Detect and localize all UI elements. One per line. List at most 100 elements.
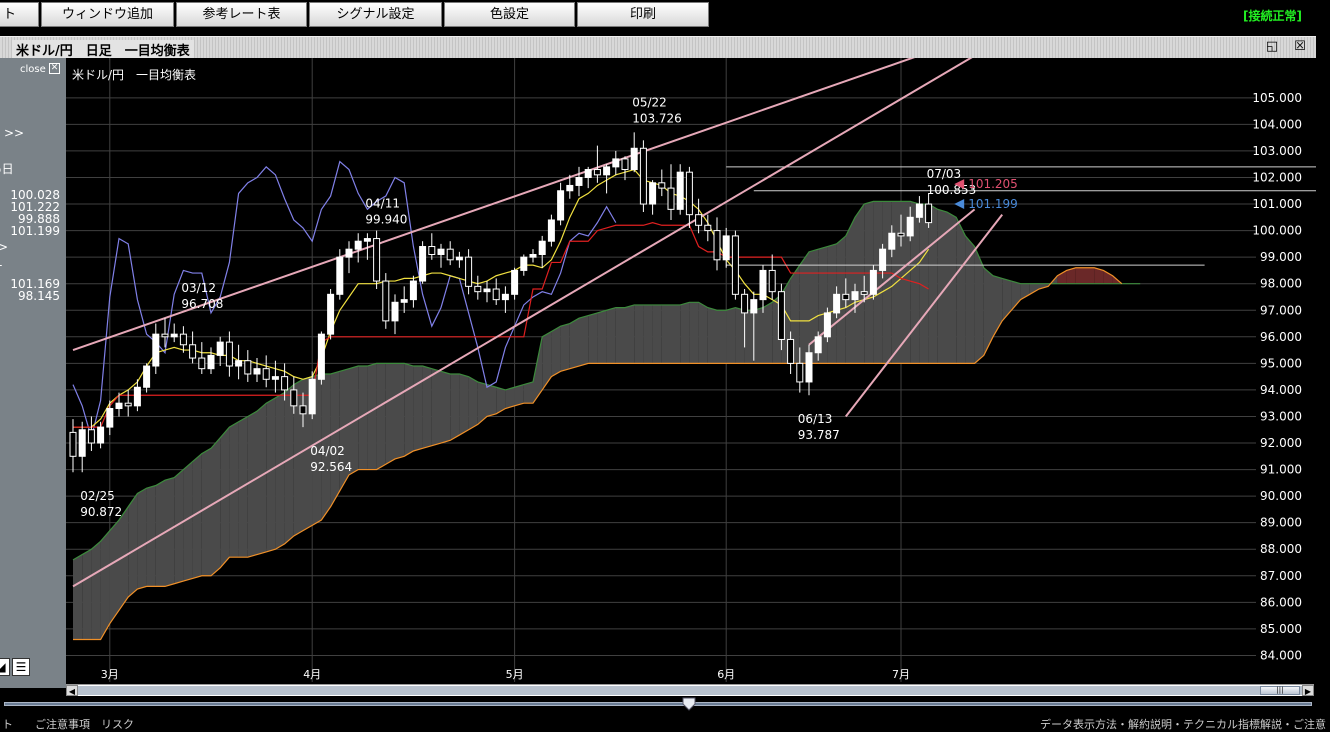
kumo-cloud-segment — [266, 397, 276, 552]
kumo-cloud-segment — [560, 323, 570, 372]
candle-body — [501, 293, 509, 301]
kumo-cloud-segment — [680, 302, 690, 364]
annotation-date-label: 05/22 — [632, 95, 667, 109]
candle-body — [731, 235, 739, 295]
candle-body — [465, 256, 473, 287]
candle-body — [777, 291, 785, 340]
candle-body — [593, 169, 601, 176]
kumo-cloud-segment — [597, 310, 607, 364]
candle-body — [492, 288, 500, 301]
candle-body — [262, 368, 270, 380]
kumo-cloud-segment — [956, 217, 966, 364]
menu-item-add-window[interactable]: ウィンドウ追加 — [41, 2, 174, 27]
panel-arrow[interactable]: > — [0, 240, 8, 254]
y-tick-label: 89.000 — [1260, 516, 1302, 530]
scroll-right-arrow-icon[interactable]: ▶ — [1302, 685, 1314, 696]
period-slider[interactable] — [0, 697, 1330, 713]
candle-body — [336, 256, 344, 295]
kumo-cloud-segment — [855, 204, 865, 364]
candle-body — [161, 333, 169, 338]
candle-body — [695, 214, 703, 226]
chart-title: 米ドル/円 一目均衡表 — [72, 68, 196, 82]
kumo-cloud-segment — [753, 307, 763, 364]
annotation-price-label: 92.564 — [310, 460, 352, 474]
annotation-date-label: 06/13 — [798, 412, 833, 426]
kumo-cloud-segment — [367, 363, 377, 470]
candle-body — [207, 354, 215, 370]
candle-body — [437, 248, 445, 255]
candle-body — [69, 431, 77, 457]
panel-expand-arrows[interactable]: >> — [4, 126, 24, 140]
chart-window-titlebar: 米ドル/円 日足 一目均衡表 ◱ ☒ — [0, 36, 1316, 59]
restore-window-button[interactable]: ◱ — [1264, 39, 1280, 55]
menu-item-print[interactable]: 印刷 — [577, 2, 709, 27]
candle-body — [474, 285, 482, 293]
kumo-cloud-segment — [82, 549, 92, 640]
candle-body — [915, 203, 923, 218]
candle-body — [667, 187, 675, 210]
menu-item-reference-rates[interactable]: 参考レート表 — [176, 2, 307, 27]
kumo-cloud-segment — [947, 212, 957, 364]
annotation-date-label: 04/02 — [310, 444, 345, 458]
kumo-cloud-segment — [919, 204, 929, 364]
candle-body — [428, 246, 436, 255]
candle-body — [124, 402, 132, 407]
scroll-track[interactable]: ||| — [78, 686, 1302, 695]
candlestick-chart-svg[interactable]: 02/25 90.872 03/12 96.708 04/11 99.940 04/02 92… — [66, 38, 1330, 682]
kumo-cloud-segment — [799, 251, 809, 364]
connection-status: [接続正常] — [1243, 9, 1302, 23]
scroll-thumb[interactable]: ||| — [1260, 686, 1300, 695]
kumo-cloud-segment — [1085, 267, 1095, 284]
panel-close-label[interactable]: close — [20, 64, 46, 75]
menu-item-signal-settings[interactable]: シグナル設定 — [309, 2, 442, 27]
annotation-date-label: 07/03 — [927, 167, 962, 181]
x-tick-label: 4月 — [303, 668, 321, 681]
period-slider-track[interactable] — [4, 702, 1312, 706]
candle-body — [713, 230, 721, 261]
candle-body — [152, 333, 160, 367]
kumo-cloud-segment — [395, 363, 405, 459]
kumo-cloud-segment — [431, 368, 441, 446]
candle-body — [179, 333, 187, 346]
kumo-cloud-segment — [551, 326, 561, 377]
candle-body — [869, 269, 877, 295]
kumo-cloud-segment — [146, 485, 156, 587]
y-tick-label: 85.000 — [1260, 622, 1302, 636]
footer-left-text[interactable]: ト ご注意事項 リスク — [2, 716, 134, 732]
candle-body — [888, 232, 896, 250]
footer-right-text[interactable]: データ表示方法・解約説明・テクニカル指標解説・ご注意 — [1040, 716, 1326, 732]
candle-body — [400, 299, 408, 303]
close-window-button[interactable]: ☒ — [1292, 39, 1308, 55]
candle-body — [235, 360, 243, 367]
menu-item-chart[interactable]: ト — [0, 2, 39, 27]
candle-body — [787, 338, 795, 364]
candle-body — [547, 219, 555, 242]
candle-body — [860, 291, 868, 295]
kumo-cloud-segment — [1075, 267, 1085, 284]
ichimoku-chart[interactable]: 02/25 90.872 03/12 96.708 04/11 99.940 04/02 92… — [66, 38, 1330, 682]
y-tick-label: 104.000 — [1252, 117, 1302, 131]
candle-body — [78, 429, 86, 457]
x-tick-label: 5月 — [506, 668, 524, 681]
candle-body — [566, 184, 574, 192]
kumo-cloud-segment — [744, 310, 754, 364]
panel-close-icon[interactable]: ✕ — [49, 63, 60, 74]
menu-item-color-settings[interactable]: 色設定 — [444, 2, 575, 27]
annotation-date-label: 04/11 — [365, 196, 400, 210]
kumo-cloud-segment — [109, 520, 119, 624]
menu-bar: ト ウィンドウ追加 参考レート表 シグナル設定 色設定 印刷 [接続正常] — [0, 0, 1330, 30]
y-tick-label: 97.000 — [1260, 303, 1302, 317]
scroll-left-arrow-icon[interactable]: ◀ — [66, 685, 78, 696]
period-slider-knob-icon[interactable] — [682, 697, 696, 711]
annotation-price-label: 90.872 — [80, 505, 122, 519]
kumo-cloud-segment — [247, 411, 257, 558]
kumo-cloud-segment — [698, 302, 708, 364]
kumo-cloud-segment — [376, 363, 386, 470]
drawing-tool-icon[interactable]: ◢ — [0, 658, 10, 676]
candle-body — [658, 182, 666, 189]
list-menu-icon[interactable]: ☰ — [12, 658, 30, 676]
kumo-cloud-segment — [615, 307, 625, 364]
kumo-cloud-segment — [211, 437, 221, 576]
chart-horizontal-scrollbar[interactable]: ◀ ||| ▶ — [66, 684, 1314, 696]
y-tick-label: 100.000 — [1252, 224, 1302, 238]
